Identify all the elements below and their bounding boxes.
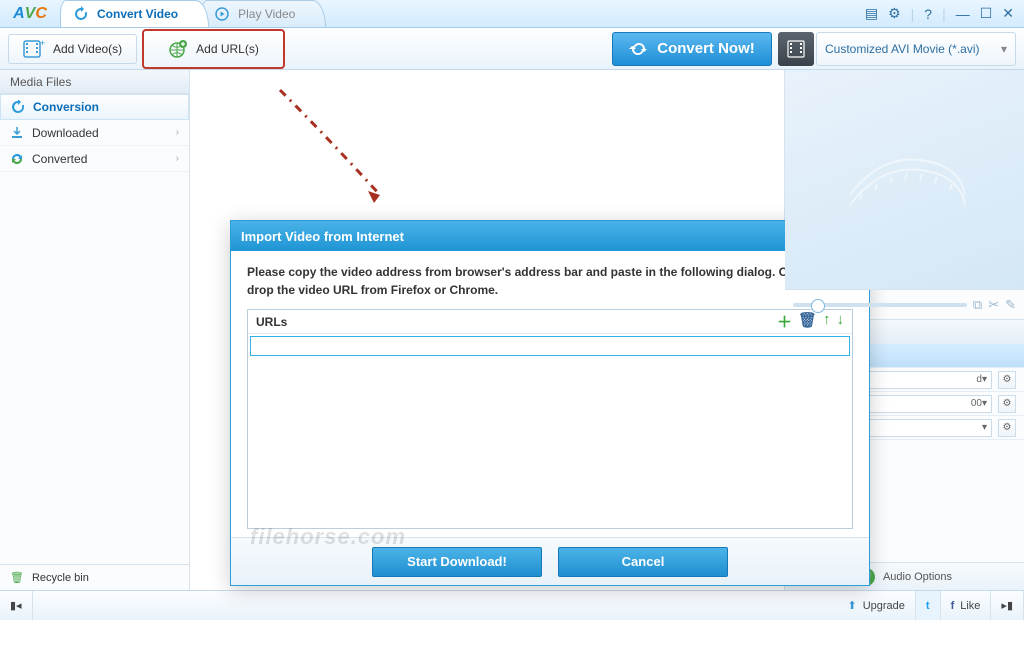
tab-label: Convert Video [97, 7, 178, 21]
snapshot-icon[interactable]: ⧉ [973, 297, 982, 313]
content-area: Import Video from Internet ✕ Please copy… [190, 70, 784, 590]
sidebar-item-label: Downloaded [32, 126, 99, 140]
add-urls-button[interactable]: Add URL(s) [143, 30, 284, 68]
globe-plus-icon [168, 39, 188, 59]
profile-dropdown[interactable]: Customized AVI Movie (*.avi) ▾ [816, 32, 1016, 66]
output-profile-select: Customized AVI Movie (*.avi) ▾ [778, 32, 1016, 66]
preview-area [785, 70, 1024, 290]
chevron-down-icon: ▾ [982, 422, 987, 433]
svg-text:+: + [40, 40, 45, 48]
tab-label: Play Video [238, 7, 295, 21]
conversion-icon [11, 100, 25, 114]
trash-icon: 🗑 [10, 571, 24, 584]
audio-options-label: Audio Options [883, 571, 952, 583]
option-settings-icon[interactable]: ⚙ [998, 419, 1016, 437]
converted-icon [10, 152, 24, 166]
recycle-label: Recycle bin [32, 572, 89, 584]
dialog-title: Import Video from Internet [241, 229, 404, 244]
chevron-right-icon: › [176, 127, 179, 138]
url-input[interactable] [250, 336, 850, 356]
refresh-icon [73, 6, 89, 22]
add-url-icon[interactable]: ＋ [777, 311, 792, 332]
dialog-titlebar: Import Video from Internet ✕ [231, 221, 869, 251]
sidebar-item-converted[interactable]: Converted › [0, 146, 189, 172]
convert-now-button[interactable]: Convert Now! [612, 32, 772, 66]
annotation-arrow [260, 80, 440, 220]
maximize-icon[interactable]: ☐ [980, 5, 993, 22]
panel-toggle-right[interactable]: ▸▮ [991, 591, 1024, 620]
seek-slider[interactable] [793, 303, 967, 307]
play-icon [214, 6, 230, 22]
upgrade-icon: ⬆ [847, 599, 856, 612]
tab-convert-video[interactable]: Convert Video [60, 0, 209, 27]
film-plus-icon: + [23, 40, 45, 58]
dropdown-label: Customized AVI Movie (*.avi) [825, 42, 980, 56]
chevron-right-icon: › [176, 153, 179, 164]
edit-icon[interactable]: ✎ [1005, 297, 1016, 313]
download-icon [10, 126, 24, 140]
url-list[interactable] [248, 358, 852, 528]
upgrade-button[interactable]: ⬆ Upgrade [837, 591, 915, 620]
close-icon[interactable]: ✕ [1002, 5, 1014, 22]
toolbar: + Add Video(s) Add URL(s) Convert Now! C… [0, 28, 1024, 70]
app-logo: AVC [0, 0, 60, 27]
chevron-down-icon: ▾ [1001, 42, 1007, 56]
option-settings-icon[interactable]: ⚙ [998, 395, 1016, 413]
urls-box: URLs ＋ 🗑 ↑ ↓ [247, 309, 853, 529]
recycle-bin[interactable]: 🗑 Recycle bin [0, 564, 189, 590]
move-up-icon[interactable]: ↑ [823, 311, 831, 332]
sidebar-item-label: Conversion [33, 100, 99, 114]
help-icon[interactable]: ? [924, 6, 932, 22]
move-down-icon[interactable]: ↓ [837, 311, 845, 332]
urls-label: URLs [256, 315, 287, 329]
sidebar-item-conversion[interactable]: Conversion [0, 94, 189, 120]
button-label: Add Video(s) [53, 42, 122, 56]
like-label: Like [960, 600, 980, 612]
button-label: Add URL(s) [196, 42, 259, 56]
tab-play-video[interactable]: Play Video [201, 0, 326, 27]
refresh-icon [629, 40, 647, 58]
upgrade-label: Upgrade [863, 600, 905, 612]
option-settings-icon[interactable]: ⚙ [998, 371, 1016, 389]
film-icon[interactable] [778, 32, 814, 66]
minimize-icon[interactable]: — [956, 6, 970, 22]
twitter-button[interactable]: t [916, 591, 941, 620]
delete-url-icon[interactable]: 🗑 [798, 311, 817, 332]
window-controls: ▤ ⚙ | ? | — ☐ ✕ [855, 0, 1024, 27]
facebook-icon: f [951, 600, 955, 612]
facebook-like-button[interactable]: f Like [941, 591, 992, 620]
settings-icon[interactable]: ⚙ [888, 5, 901, 22]
button-label: Convert Now! [657, 40, 755, 57]
import-url-dialog: Import Video from Internet ✕ Please copy… [230, 220, 870, 586]
add-videos-button[interactable]: + Add Video(s) [8, 34, 137, 64]
menu-icon[interactable]: ▤ [865, 5, 878, 22]
chevron-down-icon: ▾ [982, 374, 987, 385]
twitter-icon: t [926, 600, 930, 612]
sidebar-header: Media Files [0, 70, 189, 94]
title-bar: AVC Convert Video Play Video ▤ ⚙ | ? | —… [0, 0, 1024, 28]
status-bar: ▮◂ ⬆ Upgrade t f Like ▸▮ [0, 590, 1024, 620]
dialog-message: Please copy the video address from brows… [247, 263, 853, 299]
sidebar-item-label: Converted [32, 152, 87, 166]
panel-toggle-left[interactable]: ▮◂ [0, 591, 33, 620]
cancel-button[interactable]: Cancel [558, 547, 728, 577]
chevron-down-icon: ▾ [982, 398, 987, 409]
cut-icon[interactable]: ✂ [988, 297, 999, 313]
start-download-button[interactable]: Start Download! [372, 547, 542, 577]
sidebar-item-downloaded[interactable]: Downloaded › [0, 120, 189, 146]
sidebar: Media Files Conversion Downloaded › Conv… [0, 70, 190, 590]
filmstrip-icon [840, 135, 970, 225]
